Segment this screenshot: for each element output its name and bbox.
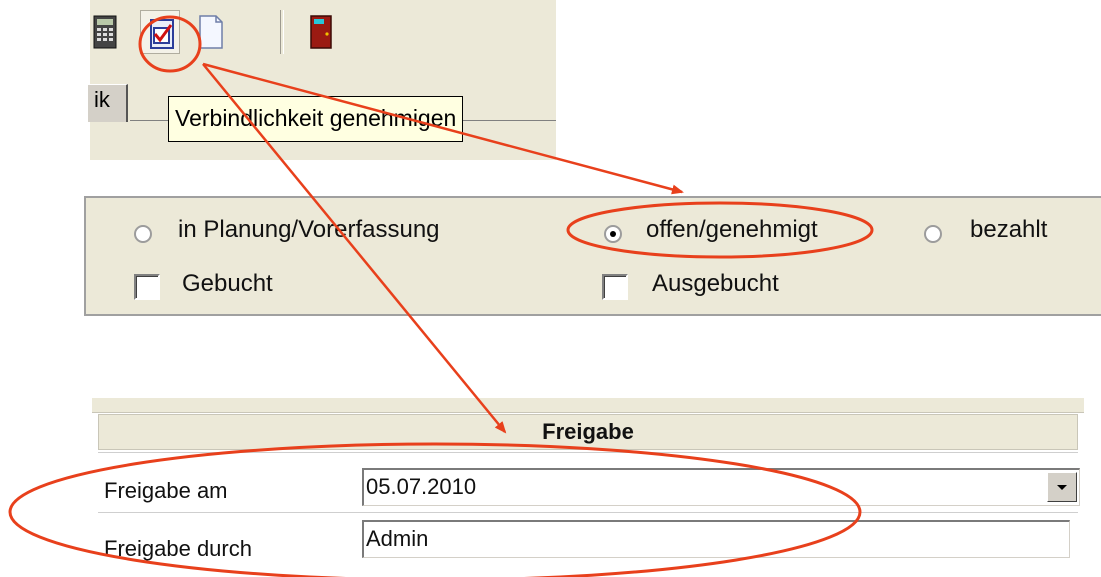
approve-button[interactable]: [140, 10, 180, 54]
radio-bezahlt[interactable]: [924, 225, 942, 243]
freigabe-am-value: 05.07.2010: [366, 474, 477, 499]
radio-in-planung-label: in Planung/Vorerfassung: [178, 216, 440, 243]
freigabe-am-field[interactable]: 05.07.2010: [362, 468, 1080, 506]
tooltip: Verbindlichkeit genehmigen: [168, 96, 464, 142]
new-document-button[interactable]: [190, 10, 230, 54]
radio-bezahlt-label: bezahlt: [970, 216, 1048, 243]
checkbox-ausgebucht[interactable]: [602, 274, 628, 300]
tab-partial[interactable]: ik: [88, 84, 128, 122]
blank-document-icon: [199, 15, 223, 49]
chevron-down-icon: [1057, 485, 1067, 490]
row-divider: [98, 452, 1078, 453]
dropdown-button[interactable]: [1047, 472, 1077, 502]
toolbar-separator: [280, 10, 284, 54]
status-group: in Planung/Vorerfassung offen/genehmigt …: [84, 196, 1101, 316]
freigabe-header: Freigabe: [98, 414, 1078, 450]
row-divider: [98, 512, 1078, 513]
radio-offen-genehmigt[interactable]: [604, 225, 622, 243]
freigabe-durch-label: Freigabe durch: [104, 536, 252, 561]
radio-in-planung[interactable]: [134, 225, 152, 243]
checkbox-ausgebucht-label: Ausgebucht: [652, 270, 779, 297]
radio-offen-genehmigt-label: offen/genehmigt: [646, 216, 818, 243]
freigabe-durch-value: Admin: [366, 526, 429, 551]
panel-top-strip: [92, 398, 1084, 413]
checkbox-gebucht-label: Gebucht: [182, 270, 273, 297]
exit-button[interactable]: [300, 10, 340, 54]
exit-door-icon: [310, 15, 332, 49]
toolbar-crop: ik Verbindlichkeit genehmigen: [88, 0, 556, 160]
checkbox-gebucht[interactable]: [134, 274, 160, 300]
freigabe-durch-field[interactable]: Admin: [362, 520, 1070, 558]
approve-document-icon: [150, 19, 174, 49]
calculator-icon: [93, 15, 117, 49]
freigabe-am-label: Freigabe am: [104, 478, 228, 503]
calculator-button[interactable]: [84, 10, 124, 54]
freigabe-panel: Freigabe Freigabe am 05.07.2010 Freigabe…: [92, 398, 1084, 577]
